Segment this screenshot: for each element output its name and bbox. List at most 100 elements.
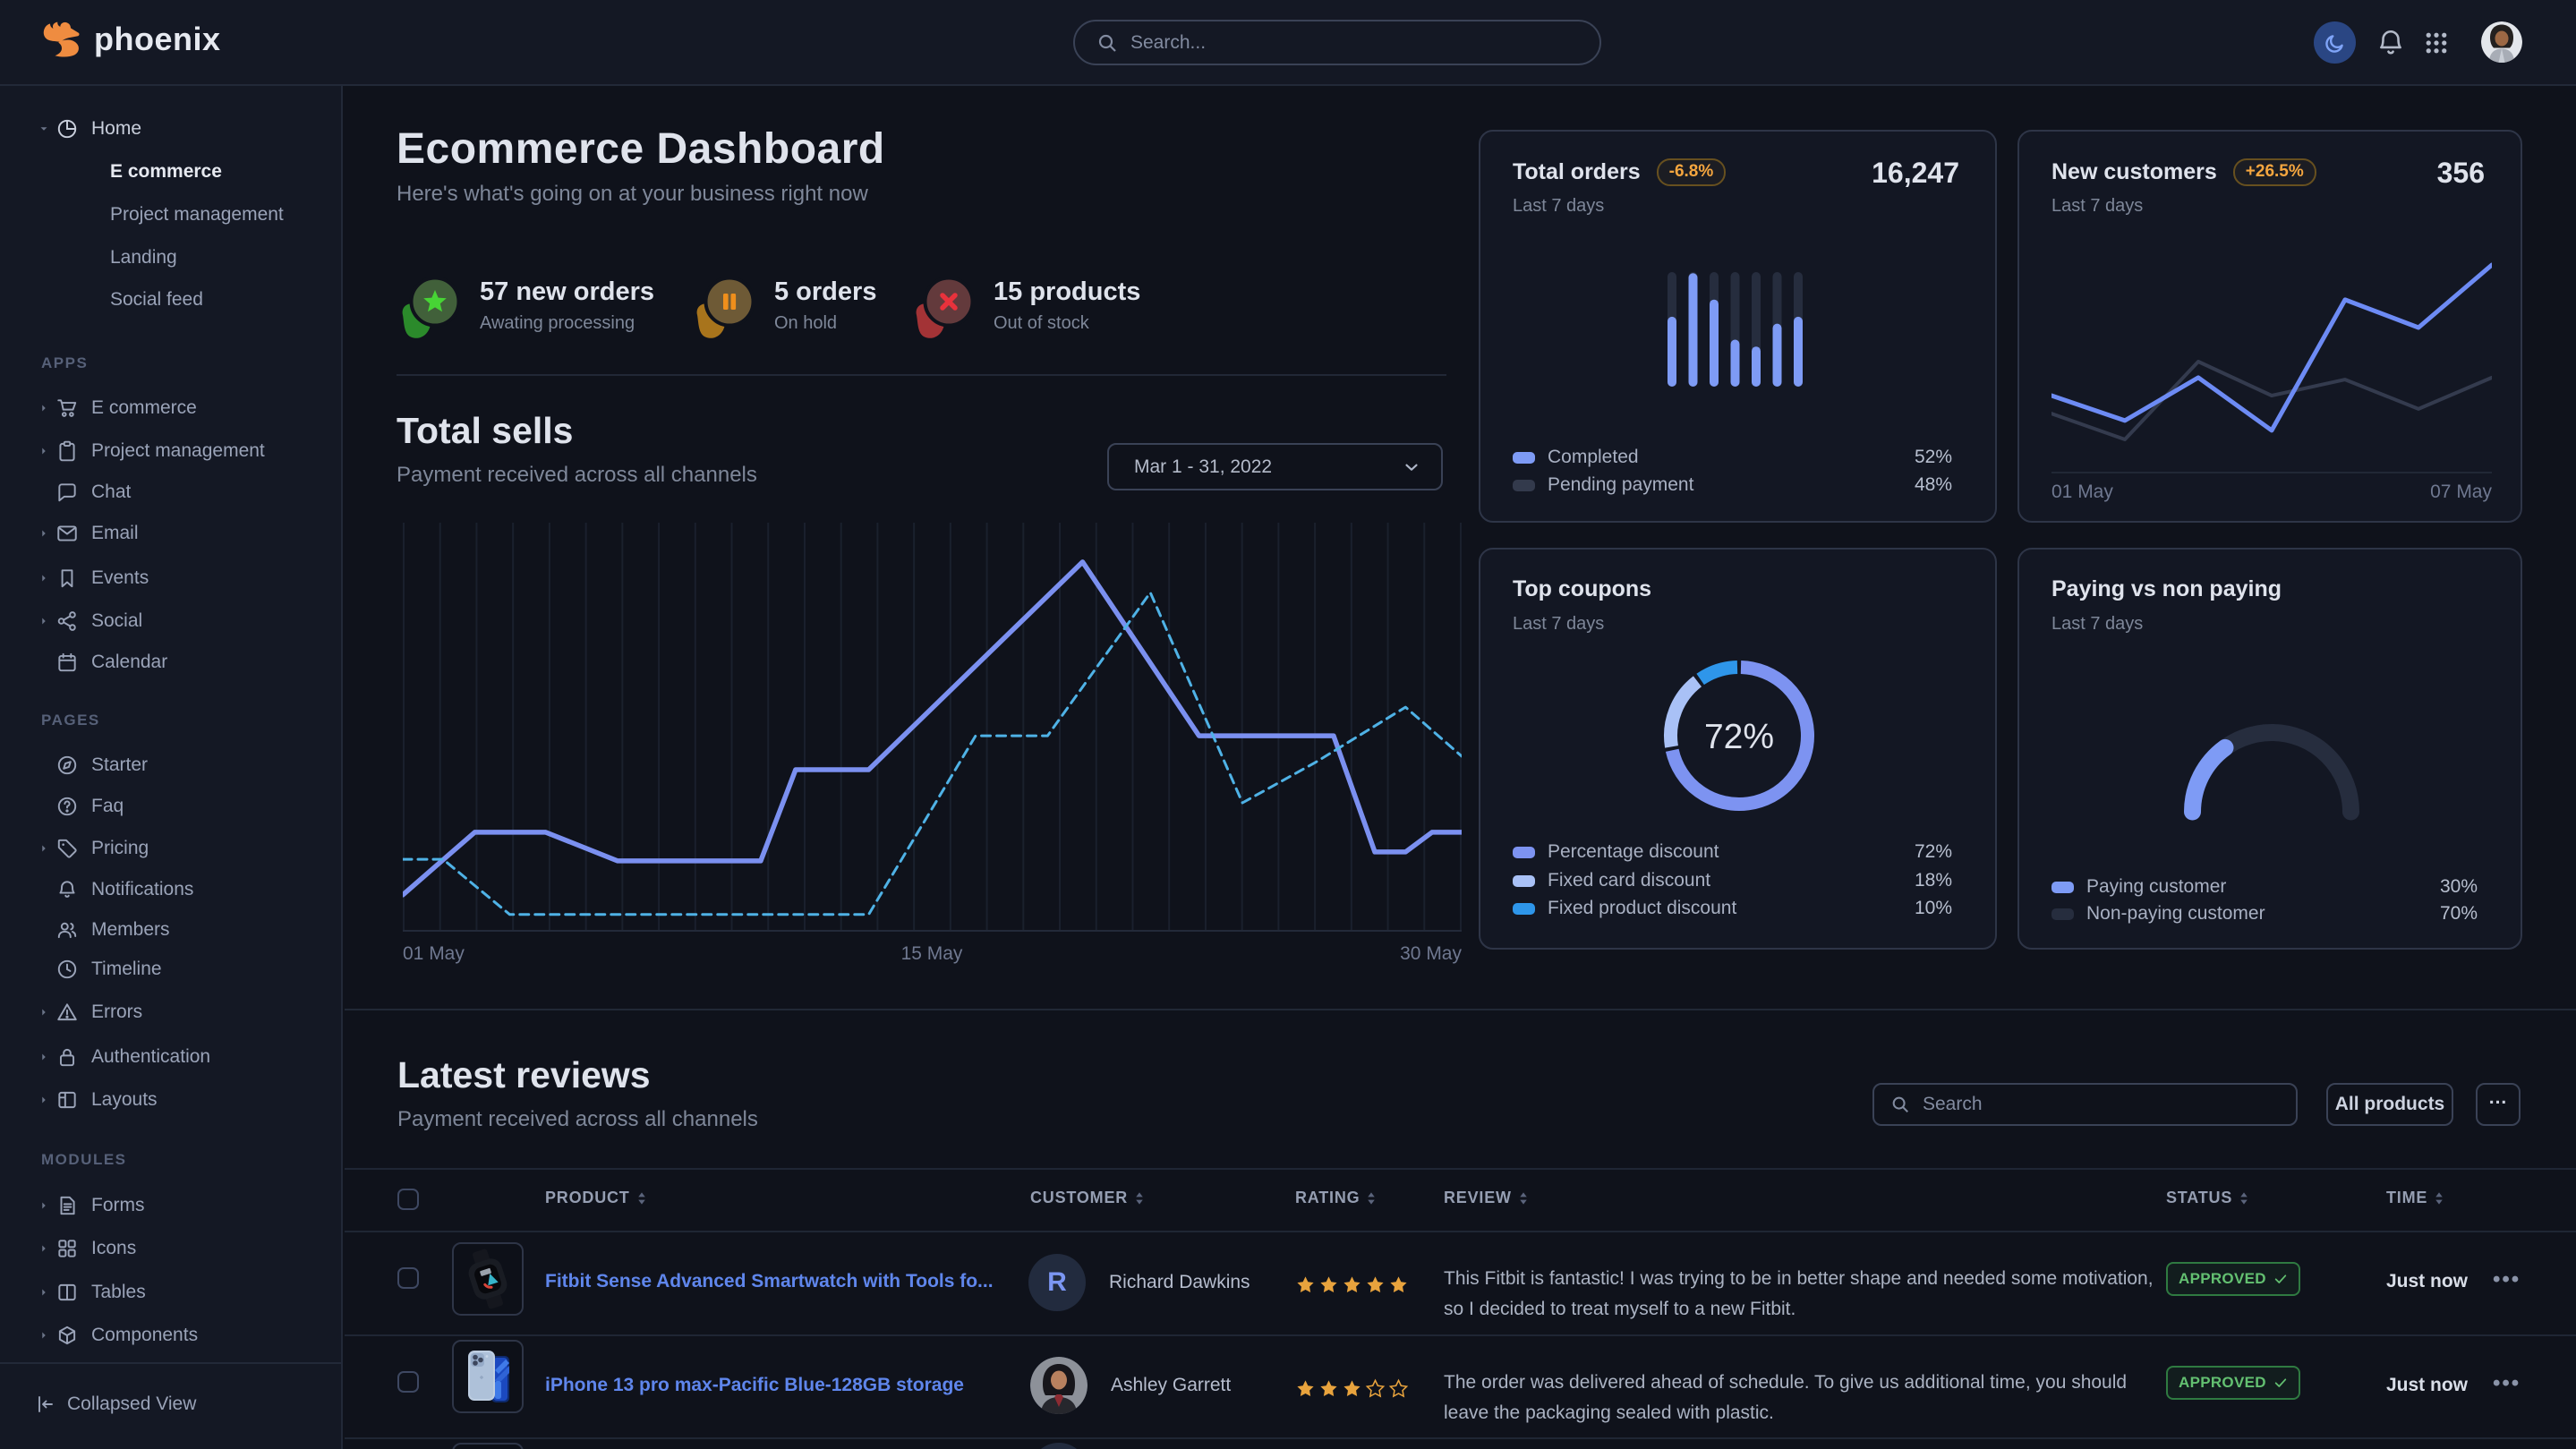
- date-range-select[interactable]: Mar 1 - 31, 2022: [1107, 443, 1443, 490]
- sidebar-item-pricing[interactable]: Pricing: [0, 827, 343, 870]
- collapse-arrow-icon: [35, 1394, 56, 1415]
- legend-label: Non-paying customer: [2086, 903, 2265, 925]
- customer-cell[interactable]: R Richard Dawkins: [1028, 1254, 1250, 1311]
- user-avatar[interactable]: [2481, 21, 2522, 63]
- sidebar-item-calendar[interactable]: Calendar: [0, 641, 343, 684]
- collapsed-view-label: Collapsed View: [67, 1394, 196, 1415]
- review-line: leave the packaging sealed with plastic.: [1444, 1398, 2127, 1428]
- sidebar-item-social-feed[interactable]: Social feed: [0, 278, 343, 321]
- sidebar-item-starter[interactable]: Starter: [0, 744, 343, 787]
- product-link[interactable]: Fitbit Sense Advanced Smartwatch with To…: [545, 1271, 994, 1292]
- pie-chart-icon: [55, 117, 79, 141]
- sidebar-item-email[interactable]: Email: [0, 512, 343, 555]
- card-title: Top coupons: [1513, 576, 1651, 602]
- column-header-rating[interactable]: RATING: [1295, 1189, 1376, 1207]
- sidebar-item-notifications[interactable]: Notifications: [0, 868, 343, 911]
- calendar-icon: [55, 651, 79, 674]
- x-stat-icon: [909, 277, 974, 347]
- rating-stars: [1295, 1274, 1409, 1295]
- column-label: RATING: [1295, 1189, 1360, 1207]
- sidebar-item-project-management-apps[interactable]: Project management: [0, 430, 343, 473]
- change-badge: +26.5%: [2233, 158, 2316, 186]
- sidebar-item-forms[interactable]: Forms: [0, 1184, 343, 1227]
- sidebar-item-icons[interactable]: Icons: [0, 1227, 343, 1270]
- product-link[interactable]: iPhone 13 pro max-Pacific Blue-128GB sto…: [545, 1375, 964, 1396]
- date-range-value: Mar 1 - 31, 2022: [1134, 456, 1272, 478]
- apps-menu-button[interactable]: [2417, 23, 2456, 63]
- notifications-button[interactable]: [2371, 23, 2410, 63]
- customer-cell[interactable]: [1030, 1443, 1088, 1449]
- search-icon: [1890, 1095, 1910, 1114]
- reviews-search[interactable]: [1872, 1083, 2298, 1126]
- legend-swatch: [1513, 847, 1535, 858]
- sidebar-section-pages: PAGES: [41, 712, 100, 729]
- legend-label: Percentage discount: [1548, 841, 1719, 863]
- customer-cell[interactable]: Ashley Garrett: [1030, 1357, 1231, 1414]
- chevron-down-icon: [1402, 457, 1421, 477]
- x-axis-label: 07 May: [2402, 482, 2492, 503]
- sidebar-item-chat[interactable]: Chat: [0, 471, 343, 514]
- product-thumbnail-watch[interactable]: [452, 1242, 524, 1316]
- legend-value: 10%: [1915, 898, 1952, 919]
- table-border: [345, 1231, 2576, 1232]
- column-header-customer[interactable]: CUSTOMER: [1030, 1189, 1144, 1207]
- avatar-initial: R: [1047, 1267, 1067, 1298]
- chat-bubble-icon: [55, 481, 79, 504]
- caret-right-icon: [38, 527, 50, 540]
- sidebar-item-label: Tables: [91, 1282, 146, 1303]
- sidebar-nav: Home E commerce Project management Landi…: [0, 86, 343, 1449]
- donut-center-value: 72%: [1694, 718, 1784, 757]
- mail-icon: [55, 522, 79, 545]
- sidebar-item-label: Email: [91, 523, 139, 544]
- column-header-review[interactable]: REVIEW: [1444, 1189, 1528, 1207]
- sidebar-item-errors[interactable]: Errors: [0, 991, 343, 1034]
- top-coupons-card: Top coupons Last 7 days 72% Percentage d…: [1479, 548, 1997, 950]
- sidebar-item-events[interactable]: Events: [0, 557, 343, 600]
- file-text-icon: [55, 1194, 79, 1217]
- sidebar-item-members[interactable]: Members: [0, 908, 343, 951]
- caret-right-icon: [38, 1051, 50, 1063]
- theme-toggle-button[interactable]: [2314, 21, 2356, 64]
- sidebar-item-landing[interactable]: Landing: [0, 236, 343, 279]
- product-thumbnail[interactable]: [452, 1443, 524, 1449]
- reviews-search-input[interactable]: [1923, 1094, 2263, 1115]
- sidebar-item-layouts[interactable]: Layouts: [0, 1078, 343, 1121]
- collapsed-view-toggle[interactable]: Collapsed View: [35, 1383, 196, 1426]
- legend-value: 70%: [2440, 903, 2478, 925]
- caret-right-icon: [38, 1242, 50, 1255]
- row-actions-button[interactable]: •••: [2493, 1371, 2521, 1396]
- sidebar-item-social[interactable]: Social: [0, 600, 343, 643]
- sidebar-item-timeline[interactable]: Timeline: [0, 948, 343, 991]
- sidebar-item-faq[interactable]: Faq: [0, 785, 343, 828]
- more-options-button[interactable]: ...: [2476, 1083, 2521, 1126]
- customer-avatar-photo: [1030, 1357, 1088, 1414]
- sidebar-item-components[interactable]: Components: [0, 1314, 343, 1357]
- column-header-product[interactable]: PRODUCT: [545, 1189, 646, 1207]
- row-checkbox[interactable]: [397, 1371, 419, 1393]
- sort-icon: [1367, 1191, 1376, 1206]
- sidebar-item-home[interactable]: Home: [0, 107, 343, 150]
- sidebar-item-authentication[interactable]: Authentication: [0, 1036, 343, 1078]
- select-all-checkbox[interactable]: [397, 1189, 419, 1210]
- stat-value: 5 orders: [774, 277, 876, 307]
- sidebar-section-modules: MODULES: [41, 1151, 127, 1169]
- sidebar-item-label: Home: [91, 118, 141, 140]
- sidebar-item-project-management-home[interactable]: Project management: [0, 193, 343, 236]
- sidebar-item-e-commerce-home[interactable]: E commerce: [0, 150, 343, 193]
- row-checkbox[interactable]: [397, 1267, 419, 1289]
- sidebar-item-tables[interactable]: Tables: [0, 1271, 343, 1314]
- all-products-button[interactable]: All products: [2326, 1083, 2453, 1126]
- column-header-time[interactable]: TIME: [2386, 1189, 2444, 1207]
- new-customers-chart: [2051, 252, 2492, 472]
- star-stat-icon: [396, 277, 460, 347]
- row-actions-button[interactable]: •••: [2493, 1267, 2521, 1292]
- time-cell: Just now: [2386, 1271, 2468, 1292]
- product-thumbnail-iphone[interactable]: [452, 1340, 524, 1413]
- sidebar-item-label: Project management: [110, 204, 284, 226]
- status-badge: APPROVED: [2166, 1262, 2300, 1296]
- column-label: STATUS: [2166, 1189, 2232, 1207]
- legend-non-paying: Non-paying customer 70%: [2051, 903, 2488, 925]
- column-header-status[interactable]: STATUS: [2166, 1189, 2248, 1207]
- sidebar-item-e-commerce-apps[interactable]: E commerce: [0, 387, 343, 430]
- status-label: APPROVED: [2179, 1270, 2266, 1288]
